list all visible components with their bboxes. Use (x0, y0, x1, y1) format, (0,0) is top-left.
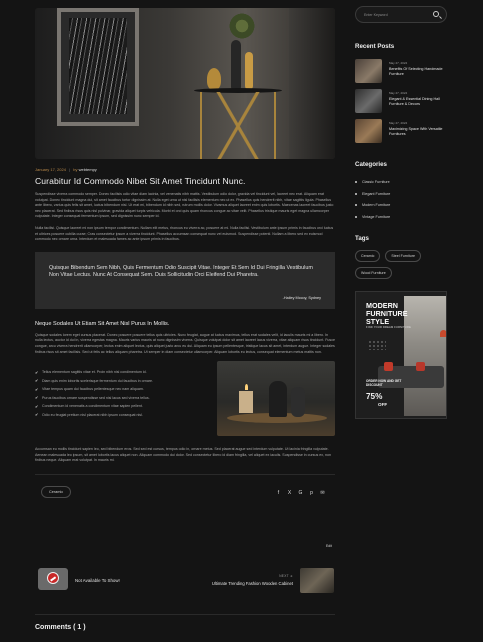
category-item[interactable]: Classic Furniture (355, 176, 447, 188)
search-icon[interactable] (433, 11, 439, 17)
tags-title: Tags (355, 235, 369, 243)
bullet-icon (355, 204, 357, 207)
tag-cloud: Ceramic Steel Furniture Wood Furniture (355, 250, 447, 280)
post-bottom-area: Not Available To Show! NEXT ➜ Ultimate T… (35, 0, 335, 642)
pillow (416, 362, 425, 372)
promo-subline: FIND YOUR DREAM FURNITURE (366, 326, 412, 330)
comments-heading: Comments ( 1 ) (35, 624, 86, 631)
recent-post-thumbnail[interactable] (355, 119, 382, 143)
categories-list: Classic Furniture Elegant Furniture Mode… (355, 176, 447, 223)
pillow (384, 362, 393, 372)
recent-post-item[interactable]: May 27, 2024 Benefits Of Selecting Handm… (355, 59, 447, 89)
promo-percent: 75% (366, 392, 383, 402)
search-box (355, 6, 447, 23)
prev-post-label[interactable]: Not Available To Show! (75, 578, 120, 583)
promo-banner[interactable]: MODERN FURNITURE STYLE FIND YOUR DREAM F… (355, 291, 447, 420)
search-input[interactable] (364, 11, 432, 19)
post-navigation: Not Available To Show! NEXT ➜ Ultimate T… (35, 560, 335, 594)
blog-post-page: January 17, 2024 | by webtempy Curabitur… (0, 0, 483, 642)
recent-post-thumbnail[interactable] (355, 89, 382, 113)
promo-photo (404, 296, 446, 417)
categories-title: Categories (355, 161, 387, 168)
divider (35, 614, 335, 615)
next-post-thumbnail[interactable] (300, 568, 334, 593)
promo-order-text: ORDER NOW AND GET DISCOUNT (366, 379, 402, 388)
recent-post-date: May 27, 2024 (389, 121, 408, 125)
bullet-icon (355, 180, 357, 183)
recent-post-date: May 27, 2024 (389, 91, 408, 95)
category-item[interactable]: Modern Furniture (355, 200, 447, 212)
not-available-icon (47, 572, 59, 584)
recent-post-date: May 27, 2024 (389, 61, 408, 65)
bullet-icon (355, 192, 357, 195)
bullet-icon (355, 216, 357, 219)
recent-post-title[interactable]: Maximizing Space With Versatile Furnitur… (389, 127, 447, 137)
recent-post-item[interactable]: May 27, 2024 Maximizing Space With Versa… (355, 119, 447, 149)
lamp (440, 330, 446, 338)
tag-link[interactable]: Wood Furniture (355, 267, 392, 280)
category-item[interactable]: Elegant Furniture (355, 188, 447, 200)
recent-post-title[interactable]: Elegant & Essential Dining Hall Furnitur… (389, 97, 447, 107)
recent-posts-list: May 27, 2024 Benefits Of Selecting Handm… (355, 59, 447, 149)
prev-post-thumbnail[interactable] (38, 568, 68, 590)
recent-posts-title: Recent Posts (355, 43, 395, 50)
recent-post-thumbnail[interactable] (355, 59, 382, 83)
next-post-indicator: NEXT ➜ (279, 574, 293, 578)
category-item[interactable]: Vintage Furniture (355, 211, 447, 223)
recent-post-title[interactable]: Benefits Of Selecting Handmade Furniture (389, 67, 447, 77)
promo-headline: MODERN FURNITURE STYLE (366, 301, 408, 327)
tag-link[interactable]: Ceramic (355, 250, 381, 263)
dot-pattern (368, 340, 386, 351)
next-post-title[interactable]: Ultimate Trending Fashion Wooden Cabinet (212, 581, 293, 586)
tag-link[interactable]: Steel Furniture (385, 250, 421, 263)
promo-off: OFF (378, 402, 388, 408)
sidebar: Recent Posts May 27, 2024 Benefits Of Se… (355, 6, 447, 420)
recent-post-item[interactable]: May 27, 2024 Elegant & Essential Dining … (355, 89, 447, 119)
